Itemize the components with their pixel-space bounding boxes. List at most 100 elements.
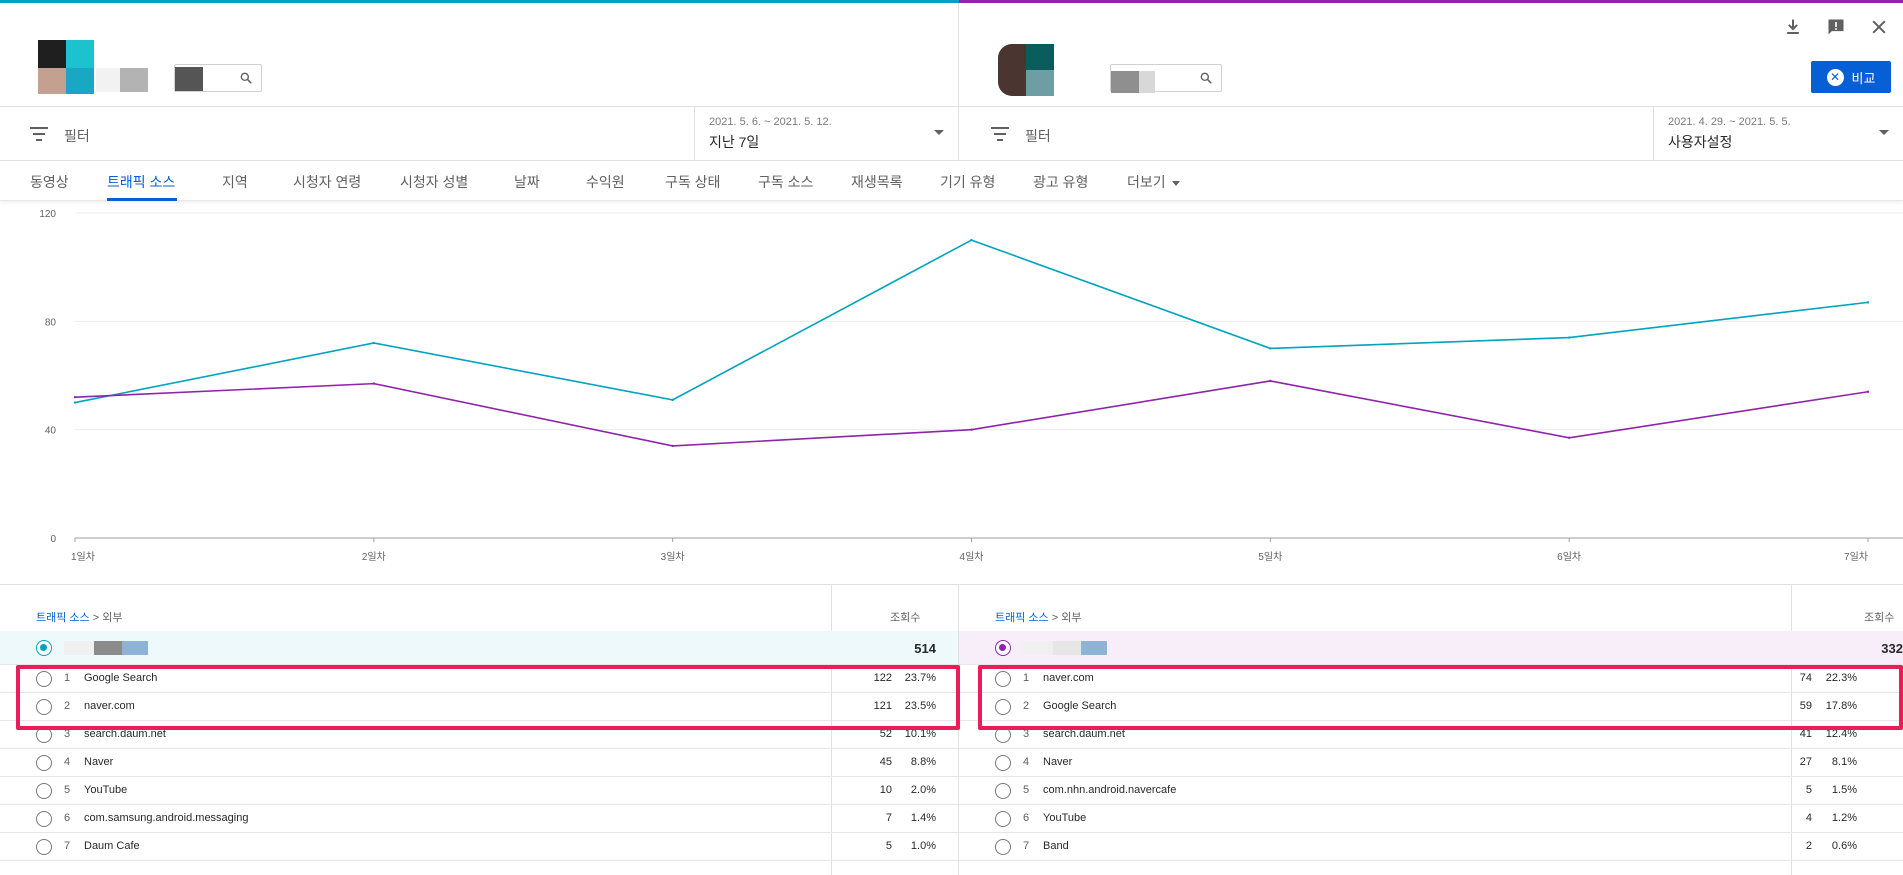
table-row[interactable]: 3 search.daum.net 52 10.1% xyxy=(0,721,958,749)
series-point-period-b xyxy=(1269,379,1272,383)
active-tab-indicator xyxy=(107,198,177,201)
search-icon[interactable] xyxy=(239,71,253,85)
tab-geography[interactable]: 지역 xyxy=(222,172,248,192)
row-source-name: naver.com xyxy=(1043,672,1094,684)
row-percent: 1.5% xyxy=(1831,784,1857,796)
row-radio[interactable] xyxy=(995,783,1011,799)
series-point-period-b xyxy=(1567,436,1571,439)
row-source-name: YouTube xyxy=(1043,812,1087,824)
row-radio[interactable] xyxy=(995,699,1011,715)
series-point-period-b xyxy=(1866,390,1870,393)
breadcrumb-link[interactable]: 트래픽 소스 xyxy=(36,612,90,624)
table-row[interactable]: 4 Naver 45 8.8% xyxy=(0,749,958,777)
row-radio[interactable] xyxy=(995,755,1011,771)
table-row[interactable]: 7 Daum Cafe 5 1.0% xyxy=(0,833,958,861)
tab-subscription-status[interactable]: 구독 상태 xyxy=(665,172,720,192)
row-rank: 4 xyxy=(64,756,71,768)
row-radio[interactable] xyxy=(36,755,52,771)
row-radio[interactable] xyxy=(36,671,52,687)
row-views: 27 xyxy=(1799,756,1812,768)
feedback-icon[interactable] xyxy=(1826,17,1846,37)
row-views: 122 xyxy=(873,672,892,684)
row-radio[interactable] xyxy=(36,839,52,855)
tab-ad-type[interactable]: 광고 유형 xyxy=(1033,172,1088,192)
row-source-name: com.nhn.android.navercafe xyxy=(1043,784,1177,796)
row-source-name: com.samsung.android.messaging xyxy=(84,812,249,824)
row-views: 5 xyxy=(1805,784,1812,796)
tab-revenue-source[interactable]: 수익원 xyxy=(586,172,625,192)
breadcrumb-link[interactable]: 트래픽 소스 xyxy=(995,612,1049,624)
date-range-label: 지난 7일 xyxy=(709,134,760,150)
redacted-block xyxy=(1081,641,1107,655)
row-rank: 3 xyxy=(1023,728,1030,740)
filter-icon[interactable] xyxy=(991,127,1009,141)
filter-input[interactable]: 필터 xyxy=(64,126,90,146)
row-percent: 8.8% xyxy=(910,756,936,768)
column-header-views[interactable]: 조회수 xyxy=(1864,609,1894,625)
row-radio[interactable] xyxy=(36,811,52,827)
channel-b-avatar[interactable] xyxy=(998,44,1054,96)
tab-viewer-gender[interactable]: 시청자 성별 xyxy=(400,172,468,192)
table-row[interactable]: 1 naver.com 74 22.3% xyxy=(959,665,1903,693)
table-row[interactable]: 7 Band 2 0.6% xyxy=(959,833,1903,861)
tab-viewer-age[interactable]: 시청자 연령 xyxy=(293,172,361,192)
row-views: 121 xyxy=(873,700,892,712)
row-radio[interactable] xyxy=(995,839,1011,855)
tab-traffic-source[interactable]: 트래픽 소스 xyxy=(107,172,175,192)
tab-videos[interactable]: 동영상 xyxy=(30,172,69,192)
tab-subscription-source[interactable]: 구독 소스 xyxy=(758,172,813,192)
channel-a-search[interactable] xyxy=(174,64,262,92)
redacted-block xyxy=(64,641,94,655)
table-row[interactable]: 5 com.nhn.android.navercafe 5 1.5% xyxy=(959,777,1903,805)
table-row[interactable]: 3 search.daum.net 41 12.4% xyxy=(959,721,1903,749)
redacted-block xyxy=(94,641,122,655)
table-row-total[interactable]: 514 xyxy=(0,631,958,665)
row-source-name: search.daum.net xyxy=(84,728,166,740)
table-row[interactable]: 2 naver.com 121 23.5% xyxy=(0,693,958,721)
tab-more[interactable]: 더보기 xyxy=(1127,172,1180,192)
row-radio[interactable] xyxy=(36,727,52,743)
table-row[interactable]: 2 Google Search 59 17.8% xyxy=(959,693,1903,721)
row-percent: 10.1% xyxy=(904,728,936,740)
tab-playlist[interactable]: 재생목록 xyxy=(851,172,903,192)
row-rank: 6 xyxy=(1023,812,1030,824)
filter-icon[interactable] xyxy=(30,127,48,141)
series-line-period-b xyxy=(74,380,1869,447)
row-percent: 2.0% xyxy=(910,784,936,796)
table-row[interactable]: 6 com.samsung.android.messaging 7 1.4% xyxy=(0,805,958,833)
search-icon[interactable] xyxy=(1199,71,1213,85)
row-radio[interactable] xyxy=(995,811,1011,827)
row-radio[interactable] xyxy=(36,783,52,799)
close-icon[interactable] xyxy=(1869,17,1889,37)
row-radio[interactable] xyxy=(995,671,1011,687)
date-range-picker-b[interactable]: 2021. 4. 29. ~ 2021. 5. 5. 사용자설정 xyxy=(1653,107,1903,160)
caret-down-icon xyxy=(1171,180,1180,186)
close-icon: ✕ xyxy=(1826,68,1844,86)
filter-bar-a: 필터 2021. 5. 6. ~ 2021. 5. 12. 지난 7일 xyxy=(0,106,958,161)
channel-a-avatar[interactable] xyxy=(38,40,94,94)
table-row[interactable]: 1 Google Search 122 23.7% xyxy=(0,665,958,693)
row-radio[interactable] xyxy=(995,640,1011,656)
breadcrumb: 트래픽 소스 > 외부 xyxy=(995,609,1081,625)
row-views: 2 xyxy=(1805,840,1812,852)
channel-b-search[interactable] xyxy=(1110,64,1222,93)
row-radio[interactable] xyxy=(36,699,52,715)
row-radio[interactable] xyxy=(36,640,52,656)
filter-input[interactable]: 필터 xyxy=(1025,126,1051,146)
date-range-picker-a[interactable]: 2021. 5. 6. ~ 2021. 5. 12. 지난 7일 xyxy=(694,107,958,160)
row-rank: 4 xyxy=(1023,756,1030,768)
tab-date[interactable]: 날짜 xyxy=(514,172,540,192)
download-icon[interactable] xyxy=(1783,17,1803,37)
table-row[interactable]: 6 YouTube 4 1.2% xyxy=(959,805,1903,833)
table-row[interactable]: 5 YouTube 10 2.0% xyxy=(0,777,958,805)
traffic-table-a: 트래픽 소스 > 외부 조회수 514 1 Google Search 122 23.7… xyxy=(0,584,958,875)
table-row-total[interactable]: 332 xyxy=(959,631,1903,665)
table-row[interactable]: 4 Naver 27 8.1% xyxy=(959,749,1903,777)
tab-device-type[interactable]: 기기 유형 xyxy=(940,172,995,192)
row-source-name: Naver xyxy=(84,756,114,768)
compare-button[interactable]: ✕ 비교 xyxy=(1811,61,1891,93)
column-header-views[interactable]: 조회수 xyxy=(890,609,920,625)
series-point-period-a xyxy=(372,341,376,345)
row-radio[interactable] xyxy=(995,727,1011,743)
y-tick-label: 80 xyxy=(45,317,57,328)
